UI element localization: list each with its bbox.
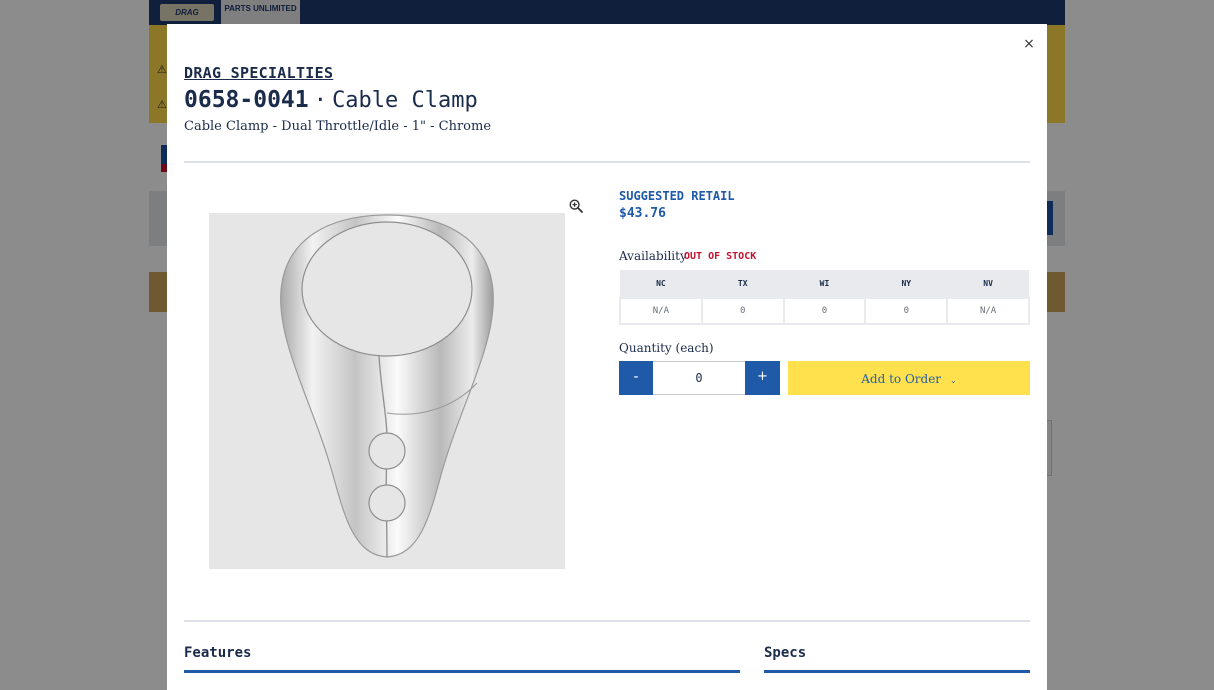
chevron-down-icon: ⌄: [950, 376, 957, 385]
warehouse-stock-table: NC TX WI NY NV N/A 0 0 0 N/A: [619, 270, 1030, 325]
divider: [184, 620, 1030, 622]
specs-underline: [764, 670, 1030, 673]
title-separator: ·: [313, 88, 327, 113]
close-icon[interactable]: ×: [1021, 36, 1037, 52]
quantity-increment-button[interactable]: +: [745, 361, 780, 395]
availability-label: Availability: [619, 249, 687, 263]
warehouse-header-nv: NV: [947, 270, 1029, 298]
quantity-label: Quantity (each): [619, 341, 714, 355]
add-to-order-button[interactable]: Add to Order ⌄: [788, 361, 1030, 395]
warehouse-header-nc: NC: [620, 270, 702, 298]
warehouse-header-wi: WI: [783, 270, 866, 298]
product-modal: × DRAG SPECIALTIES 0658-0041 · Cable Cla…: [167, 24, 1047, 690]
specs-heading: Specs: [764, 645, 807, 661]
warehouse-header-tx: TX: [701, 270, 784, 298]
stock-qty-nv: N/A: [946, 297, 1030, 325]
divider: [184, 161, 1030, 163]
product-title: 0658-0041 · Cable Clamp: [184, 87, 478, 113]
quantity-input[interactable]: [653, 361, 745, 395]
stock-qty-wi: 0: [782, 297, 867, 325]
table-header-row: NC TX WI NY NV: [620, 270, 1029, 298]
features-heading: Features: [184, 645, 252, 661]
stock-qty-ny: 0: [864, 297, 949, 325]
suggested-retail-label: SUGGESTED RETAIL: [619, 189, 735, 203]
quantity-decrement-button[interactable]: -: [619, 361, 653, 395]
suggested-retail-price: $43.76: [619, 206, 666, 221]
brand-link[interactable]: DRAG SPECIALTIES: [184, 64, 333, 82]
add-to-order-label: Add to Order: [861, 372, 942, 386]
product-subtitle: Cable Clamp - Dual Throttle/Idle - 1" - …: [184, 119, 492, 134]
stock-qty-tx: 0: [700, 297, 785, 325]
part-number: 0658-0041: [184, 87, 309, 113]
stock-qty-nc: N/A: [619, 297, 703, 325]
product-image[interactable]: [209, 213, 565, 569]
table-row: N/A 0 0 0 N/A: [619, 297, 1030, 325]
features-underline: [184, 670, 740, 673]
zoom-in-icon[interactable]: [569, 199, 583, 213]
warehouse-header-ny: NY: [865, 270, 948, 298]
part-name: Cable Clamp: [332, 88, 478, 113]
stock-status-badge: OUT OF STOCK: [684, 251, 757, 262]
